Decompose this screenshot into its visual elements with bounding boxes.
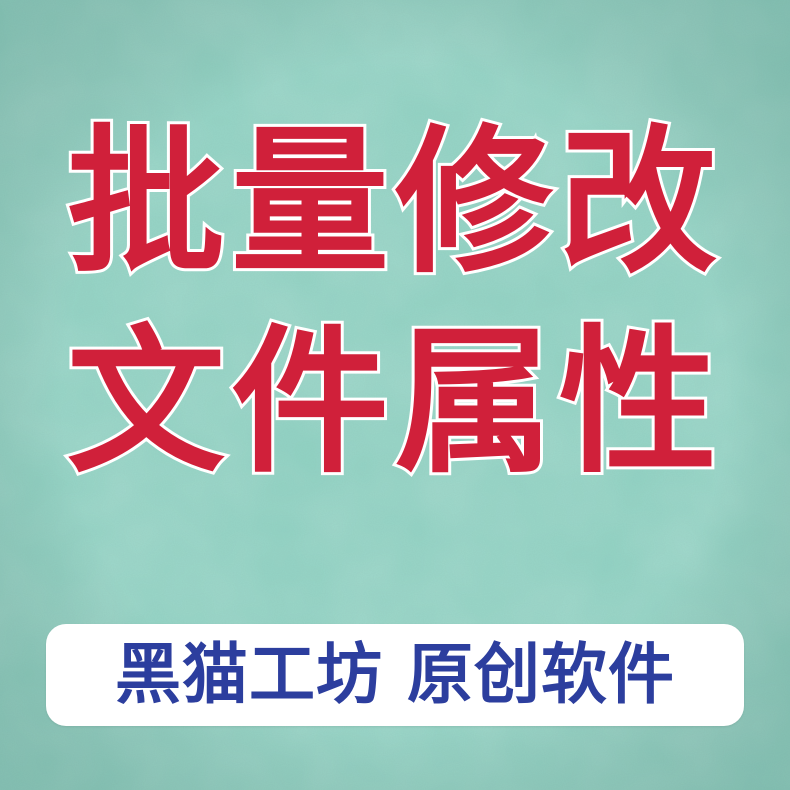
brand-badge-text: 黑猫工坊 原创软件 bbox=[115, 636, 675, 713]
brand-badge: 黑猫工坊 原创软件 bbox=[46, 624, 744, 726]
title-line-2: 文件属性 bbox=[64, 310, 723, 495]
cover-poster: 批量修改 文件属性 黑猫工坊 原创软件 bbox=[0, 0, 790, 790]
title-line-1: 批量修改 bbox=[64, 110, 723, 295]
